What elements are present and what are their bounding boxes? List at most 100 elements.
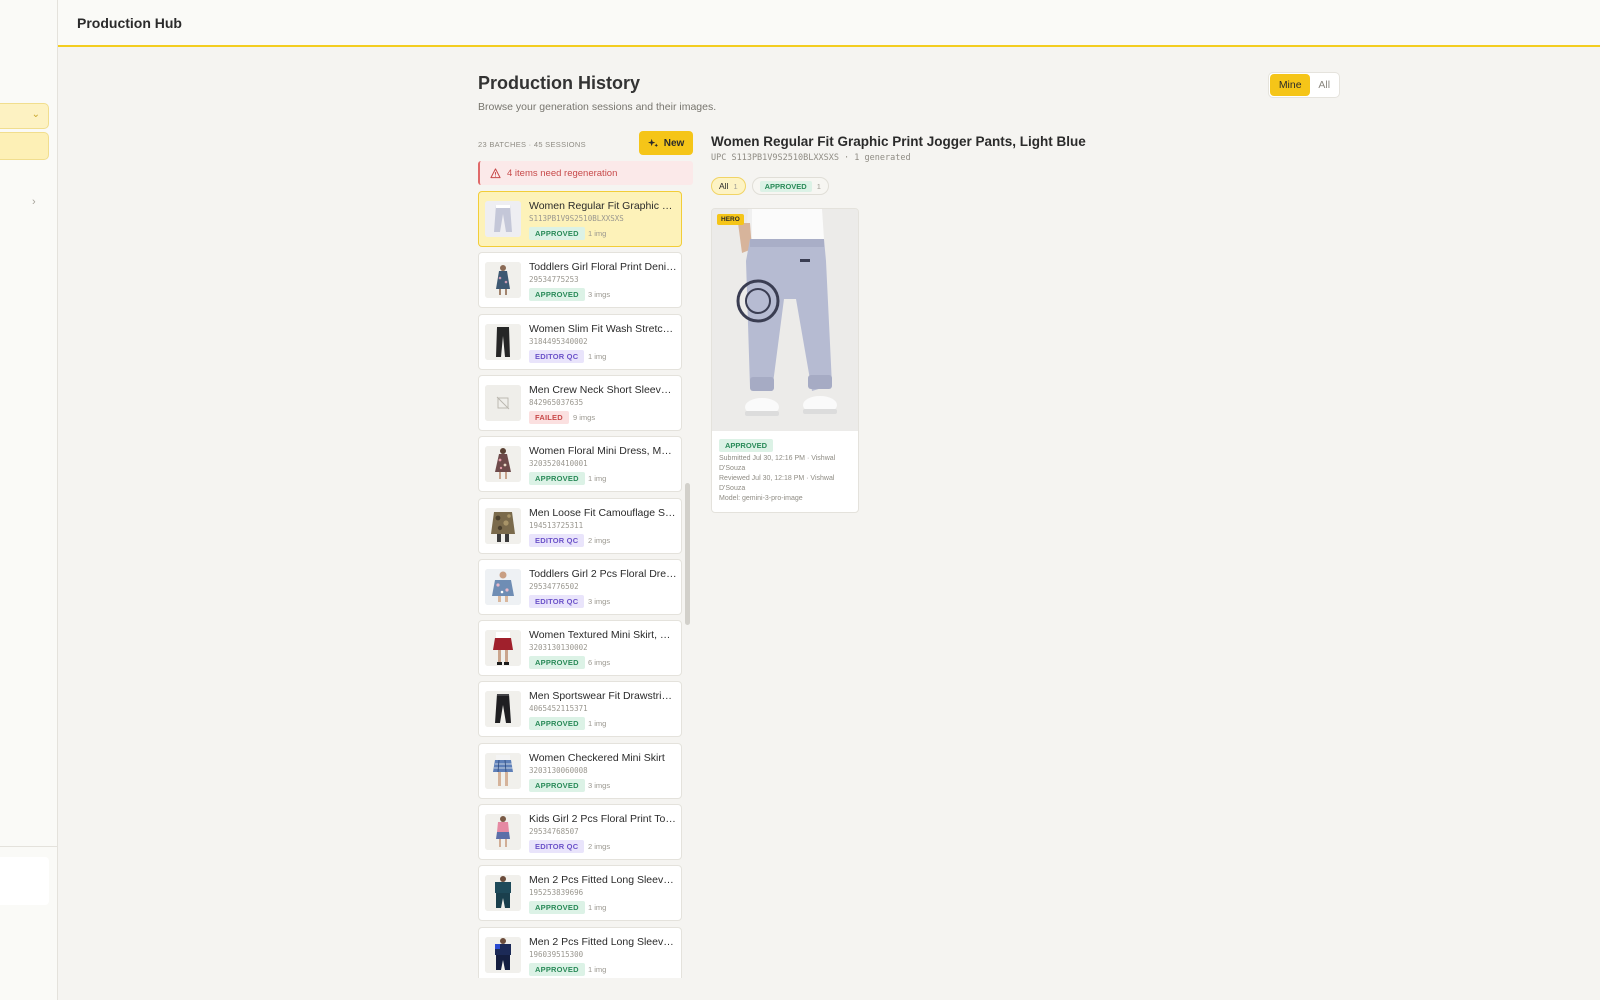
status-badge: EDITOR QC	[529, 594, 585, 608]
filter-count: 1	[816, 181, 821, 191]
image-count: 1 img	[588, 903, 607, 913]
scope-mine-button[interactable]: Mine	[1270, 74, 1311, 96]
generated-image[interactable]: HERO	[712, 209, 858, 431]
session-item[interactable]: Women Slim Fit Wash Stretch Jeans 318449…	[478, 313, 682, 370]
session-item-name: Men 2 Pcs Fitted Long Sleeve Set	[529, 874, 677, 887]
session-item[interactable]: Men Crew Neck Short Sleeve T-Shirt 84296…	[478, 374, 682, 431]
status-badge: APPROVED	[529, 472, 585, 486]
session-list: Women Regular Fit Graphic Print Jogger P…	[478, 191, 682, 978]
session-item-upc: 195253839696	[529, 888, 584, 898]
session-item[interactable]: Women Checkered Mini Skirt 3203130060008…	[478, 742, 682, 799]
session-item-name: Women Regular Fit Graphic Print Jogger P…	[529, 200, 677, 212]
image-count: 1 img	[588, 229, 607, 238]
session-item[interactable]: Women Floral Mini Dress, Multicolor 3203…	[478, 436, 682, 493]
page-subtitle: Browse your generation sessions and thei…	[478, 101, 717, 113]
image-count: 3 imgs	[588, 780, 611, 790]
session-item-upc: S113PB1V9S2510BLXXSXS	[529, 214, 624, 223]
status-badge: APPROVED	[529, 656, 585, 670]
session-item-name: Women Floral Mini Dress, Multicolor	[529, 445, 677, 458]
scope-all-button[interactable]: All	[1310, 74, 1338, 96]
status-badge: APPROVED	[529, 227, 585, 240]
list-scrollbar[interactable]	[685, 191, 690, 978]
left-sidebar: ⌄ ›	[0, 0, 58, 1000]
status-badge: FAILED	[529, 410, 569, 424]
session-item-upc: 29534776502	[529, 581, 579, 591]
image-count: 3 imgs	[588, 290, 611, 300]
product-thumbnail	[485, 814, 521, 850]
session-item[interactable]: Men 2 Pcs Fitted Long Sleeve Set 1952538…	[478, 865, 682, 922]
session-item[interactable]: Men Sportswear Fit Drawstring Pants 4065…	[478, 681, 682, 738]
status-badge: EDITOR QC	[529, 533, 585, 547]
image-count: 2 imgs	[588, 535, 611, 545]
batch-session-count: 23 BATCHES · 45 SESSIONS	[478, 140, 586, 149]
image-count: 1 img	[588, 351, 607, 361]
session-item[interactable]: Men 2 Pcs Fitted Long Sleeve Set 1960395…	[478, 926, 682, 978]
status-filters: All 1 APPROVED 1	[711, 177, 829, 195]
session-item-upc: 29534768507	[529, 827, 579, 836]
status-badge: APPROVED	[529, 962, 585, 976]
hero-badge: HERO	[717, 214, 744, 225]
session-item[interactable]: Women Textured Mini Skirt, Red 320313013…	[478, 620, 682, 677]
session-item-name: Women Slim Fit Wash Stretch Jeans	[529, 322, 677, 335]
submitted-info: Submitted Jul 30, 12:16 PM · Vishwal D'S…	[719, 455, 836, 472]
image-count: 9 imgs	[573, 412, 596, 422]
status-badge: APPROVED	[719, 439, 774, 452]
session-item-upc: 3203130060008	[529, 765, 588, 775]
filter-count: 1	[733, 181, 738, 191]
session-item[interactable]: Women Regular Fit Graphic Print Jogger P…	[478, 191, 682, 247]
session-item-name: Kids Girl 2 Pcs Floral Print Top Set	[529, 813, 677, 825]
session-item-name: Men Loose Fit Camouflage Shirt	[529, 506, 677, 519]
product-thumbnail	[485, 446, 521, 483]
session-item[interactable]: Men Loose Fit Camouflage Shirt 194513725…	[478, 497, 682, 554]
product-thumbnail	[485, 630, 521, 667]
page-title: Production History	[478, 73, 641, 93]
image-count: 3 imgs	[588, 596, 611, 606]
session-item[interactable]: Toddlers Girl Floral Print Denim Dress 2…	[478, 252, 682, 309]
session-item-name: Men 2 Pcs Fitted Long Sleeve Set	[529, 935, 677, 948]
sidebar-dropdown[interactable]: ⌄	[0, 103, 49, 129]
session-item[interactable]: Toddlers Girl 2 Pcs Floral Dress Set 295…	[478, 558, 682, 615]
chevron-down-icon: ⌄	[31, 109, 40, 120]
session-item-name: Toddlers Girl Floral Print Denim Dress	[529, 261, 677, 274]
product-thumbnail	[485, 875, 521, 912]
session-item-upc: 4065452115371	[529, 704, 588, 714]
session-item-name: Men Crew Neck Short Sleeve T-Shirt	[529, 383, 677, 396]
status-badge: APPROVED	[529, 288, 585, 302]
status-badge: APPROVED	[529, 717, 585, 731]
filter-all-chip[interactable]: All 1	[711, 177, 746, 195]
image-count: 2 imgs	[588, 842, 611, 851]
sparkle-icon	[647, 138, 658, 147]
app-title: Production Hub	[77, 15, 182, 31]
filter-approved-chip[interactable]: APPROVED 1	[751, 177, 829, 195]
detail-upc-line: UPC S113PB1V9S2510BLXXSXS · 1 generated	[711, 153, 911, 163]
session-item-upc: 29534775253	[529, 275, 579, 285]
chevron-right-icon[interactable]: ›	[32, 196, 36, 208]
session-item-name: Men Sportswear Fit Drawstring Pants	[529, 690, 677, 703]
session-item-upc: 3203520410001	[529, 459, 588, 469]
new-session-button[interactable]: New	[639, 131, 693, 155]
product-thumbnail	[485, 323, 521, 360]
alert-text: 4 items need regeneration	[507, 167, 618, 179]
new-button-label: New	[663, 137, 685, 149]
sidebar-item-active[interactable]	[0, 132, 49, 160]
session-item[interactable]: Kids Girl 2 Pcs Floral Print Top Set 295…	[478, 804, 682, 860]
filter-label: APPROVED	[759, 180, 812, 192]
list-scrollbar-thumb[interactable]	[685, 483, 690, 625]
warning-icon	[490, 167, 501, 178]
session-item-upc: 3203130130002	[529, 643, 588, 653]
status-badge: EDITOR QC	[529, 840, 585, 853]
product-thumbnail	[485, 201, 521, 237]
generated-image-card[interactable]: HERO APPROVED Submitted Jul 30, 12:16 PM…	[711, 208, 859, 513]
image-count: 1 img	[588, 964, 607, 974]
top-header: Production Hub	[58, 0, 1600, 47]
session-item-upc: 3184495340002	[529, 336, 588, 346]
session-item-upc: 842965037635	[529, 397, 584, 407]
filter-label: All	[719, 181, 729, 191]
sidebar-user-card[interactable]	[0, 857, 49, 905]
product-thumbnail	[485, 752, 521, 789]
scope-toggle: Mine All	[1268, 72, 1340, 98]
session-item-name: Toddlers Girl 2 Pcs Floral Dress Set	[529, 567, 677, 580]
regeneration-alert[interactable]: 4 items need regeneration	[478, 161, 693, 185]
model-info: Model: gemini-3-pro-image	[719, 495, 803, 502]
session-item-upc: 194513725311	[529, 520, 584, 530]
